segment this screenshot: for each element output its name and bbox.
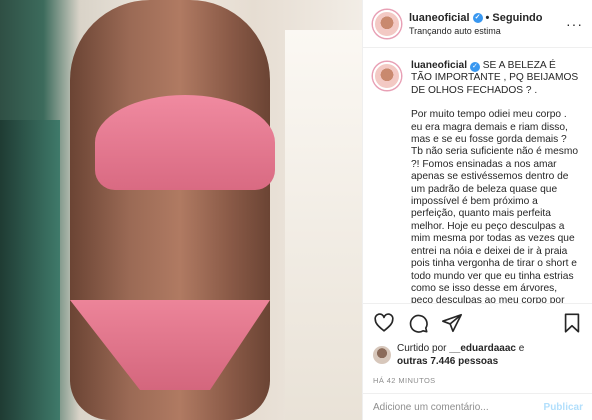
photo-background-shelf	[0, 120, 60, 420]
caption-author-avatar[interactable]	[373, 62, 401, 90]
share-icon[interactable]	[441, 312, 463, 334]
caption-body: Por muito tempo odiei meu corpo . eu era…	[411, 109, 579, 303]
caption-username[interactable]: luaneoficial	[411, 60, 467, 71]
liked-by-text: Curtido por __eduardaaac e outras 7.446 …	[397, 342, 524, 368]
heart-icon[interactable]	[373, 312, 395, 334]
comment-bar: Publicar	[363, 393, 592, 420]
post-actions: Curtido por __eduardaaac e outras 7.446 …	[363, 303, 592, 393]
author-avatar[interactable]	[373, 9, 401, 38]
liker-avatar[interactable]	[373, 346, 391, 364]
post-side-panel: luaneoficial ✓ • Seguindo Trançando auto…	[362, 0, 592, 420]
post-header: luaneoficial ✓ • Seguindo Trançando auto…	[363, 0, 592, 48]
comment-icon[interactable]	[407, 312, 429, 334]
liker-username[interactable]: __eduardaaac	[449, 343, 516, 354]
photo-background-window	[285, 30, 362, 420]
post-photo[interactable]	[0, 0, 362, 420]
publish-button[interactable]: Publicar	[544, 402, 583, 413]
author-username[interactable]: luaneoficial	[409, 12, 470, 24]
verified-badge-icon: ✓	[472, 12, 483, 23]
liked-by: Curtido por __eduardaaac e outras 7.446 …	[373, 342, 583, 368]
photo-subject-top	[95, 95, 275, 190]
separator-dot: •	[485, 11, 490, 24]
post-caption: luaneoficial ✓ SE A BELEZA É TÃO IMPORTA…	[363, 48, 592, 303]
post-timestamp[interactable]: HÁ 42 MINUTOS	[373, 376, 583, 385]
liked-by-prefix: Curtido por	[397, 343, 450, 354]
likes-others-link[interactable]: outras 7.446 pessoas	[397, 356, 498, 367]
action-icons-row	[373, 310, 583, 336]
caption-text: luaneoficial ✓ SE A BELEZA É TÃO IMPORTA…	[411, 60, 579, 303]
liked-by-middle: e	[515, 343, 525, 354]
post-location[interactable]: Trançando auto estima	[409, 26, 566, 36]
more-horizontal-icon[interactable]: ···	[566, 16, 583, 32]
author-meta: luaneoficial ✓ • Seguindo Trançando auto…	[409, 12, 566, 36]
follow-status-button[interactable]: Seguindo	[492, 12, 542, 24]
bookmark-icon[interactable]	[561, 312, 583, 334]
caption-verified-badge-icon: ✓	[469, 62, 480, 72]
comment-input[interactable]	[373, 401, 544, 413]
